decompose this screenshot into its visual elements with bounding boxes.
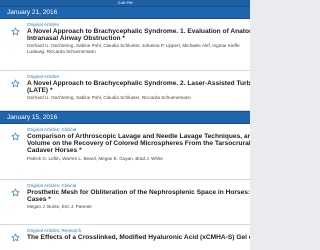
star-outline-icon[interactable]: [11, 233, 20, 242]
asterisk-icon: *: [122, 35, 125, 43]
article-list-screen: 3:46 PM January 21, 2016 Original Articl…: [0, 0, 250, 250]
list-item[interactable]: Original Articles A Novel Approach to Br…: [0, 71, 250, 111]
article-authors: Gerhard U. Oechtering, Sabine Pohl, Clau…: [27, 95, 191, 101]
star-outline-icon[interactable]: [11, 132, 20, 141]
article-title[interactable]: The Effects of a Crosslinked, Modified H…: [27, 234, 250, 241]
article-authors: Megan J. Burke, Eric J. Parente: [27, 204, 92, 210]
asterisk-icon: *: [49, 87, 53, 95]
star-outline-icon[interactable]: [11, 188, 20, 197]
status-time: 3:46 PM: [117, 0, 133, 5]
list-item[interactable]: Original Articles: Clinical Prosthetic M…: [0, 180, 250, 225]
list-item[interactable]: Original Articles A Novel Approach to Br…: [0, 19, 250, 71]
article-authors: Gerhard U. Oechtering, Sabine Pohl, Clau…: [27, 43, 240, 54]
article-title[interactable]: Comparison of Arthroscopic Lavage and Ne…: [27, 133, 250, 155]
star-outline-icon[interactable]: [11, 27, 20, 36]
list-item[interactable]: Original Articles: Clinical Comparison o…: [0, 124, 250, 180]
list-item[interactable]: Original Articles: Research The Effects …: [0, 225, 250, 250]
asterisk-icon: *: [48, 196, 51, 204]
star-outline-icon[interactable]: [11, 79, 20, 88]
article-authors: Patrick G. Loftin, Warren L. Beard, Mega…: [27, 155, 163, 161]
article-title[interactable]: A Novel Approach to Brachycephalic Syndr…: [27, 28, 250, 43]
date-header: January 15, 2016: [0, 111, 250, 124]
asterisk-icon: *: [79, 147, 82, 155]
article-title[interactable]: A Novel Approach to Brachycephalic Syndr…: [27, 80, 250, 95]
article-title[interactable]: Prosthetic Mesh for Obliteration of the …: [27, 189, 250, 204]
date-header: January 21, 2016: [0, 6, 250, 19]
